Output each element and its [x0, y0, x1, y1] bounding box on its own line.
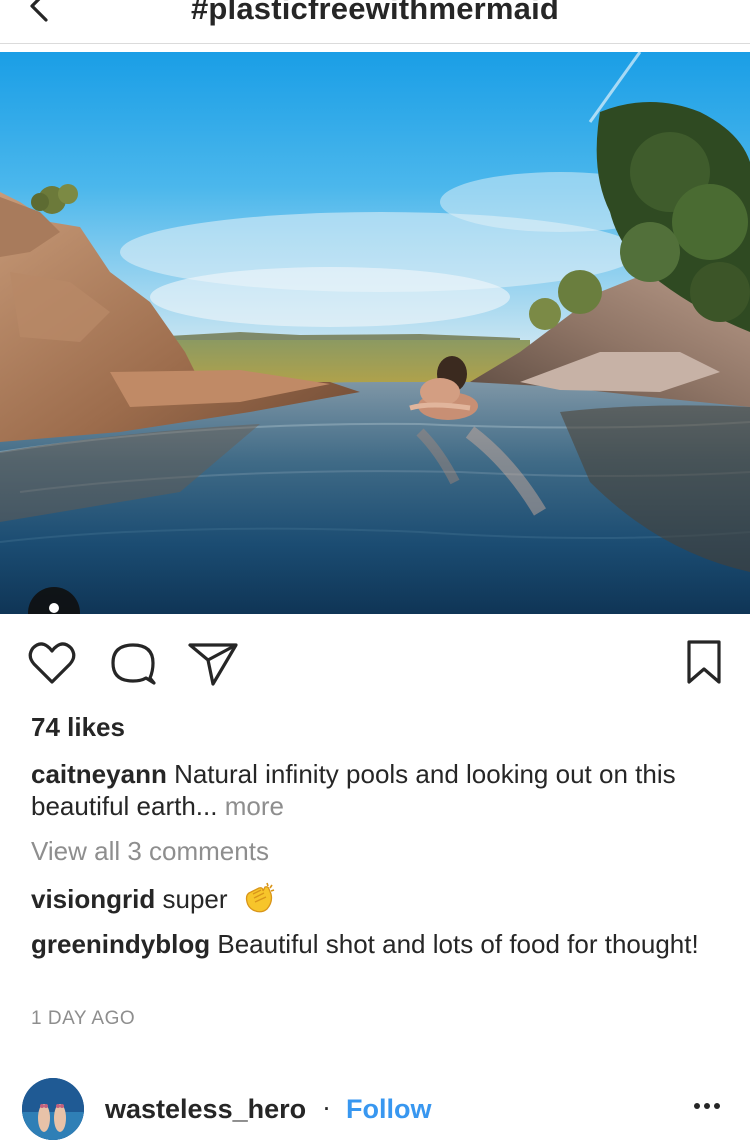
bookmark-icon[interactable]: [679, 636, 733, 690]
follow-button[interactable]: Follow: [346, 1094, 431, 1125]
caption-more-link[interactable]: more: [225, 791, 284, 821]
post-photo[interactable]: [0, 52, 750, 614]
post-timestamp: 1 DAY AGO: [31, 1008, 136, 1029]
clapping-hands-icon: [245, 882, 275, 913]
top-nav-bar: #plasticfreewithmermaid: [0, 0, 750, 44]
next-post-username[interactable]: wasteless_hero: [105, 1094, 306, 1125]
post-action-bar: [0, 636, 750, 692]
post-caption: caitneyann Natural infinity pools and lo…: [31, 758, 721, 822]
view-all-comments-link[interactable]: View all 3 comments: [31, 836, 269, 867]
separator-dot: ·: [322, 1092, 331, 1122]
comment-username[interactable]: visiongrid: [31, 884, 155, 914]
heart-icon[interactable]: [25, 636, 79, 690]
caption-username[interactable]: caitneyann: [31, 759, 167, 789]
comment-text: Beautiful shot and lots of food for thou…: [217, 929, 699, 959]
paper-plane-icon[interactable]: [186, 636, 240, 690]
user-tag-icon: [49, 603, 59, 613]
speech-bubble-icon[interactable]: [106, 636, 160, 690]
avatar[interactable]: [22, 1078, 84, 1140]
likes-count[interactable]: 74 likes: [31, 712, 125, 743]
page-title: #plasticfreewithmermaid: [190, 0, 560, 26]
ellipsis-icon[interactable]: [690, 1096, 726, 1116]
comment-text: super: [162, 884, 228, 914]
comment-username[interactable]: greenindyblog: [31, 929, 210, 959]
comment-item: visiongrid super: [31, 880, 721, 916]
next-post-header: wasteless_hero · Follow: [0, 1074, 750, 1144]
comment-item: greenindyblog Beautiful shot and lots of…: [31, 928, 721, 960]
